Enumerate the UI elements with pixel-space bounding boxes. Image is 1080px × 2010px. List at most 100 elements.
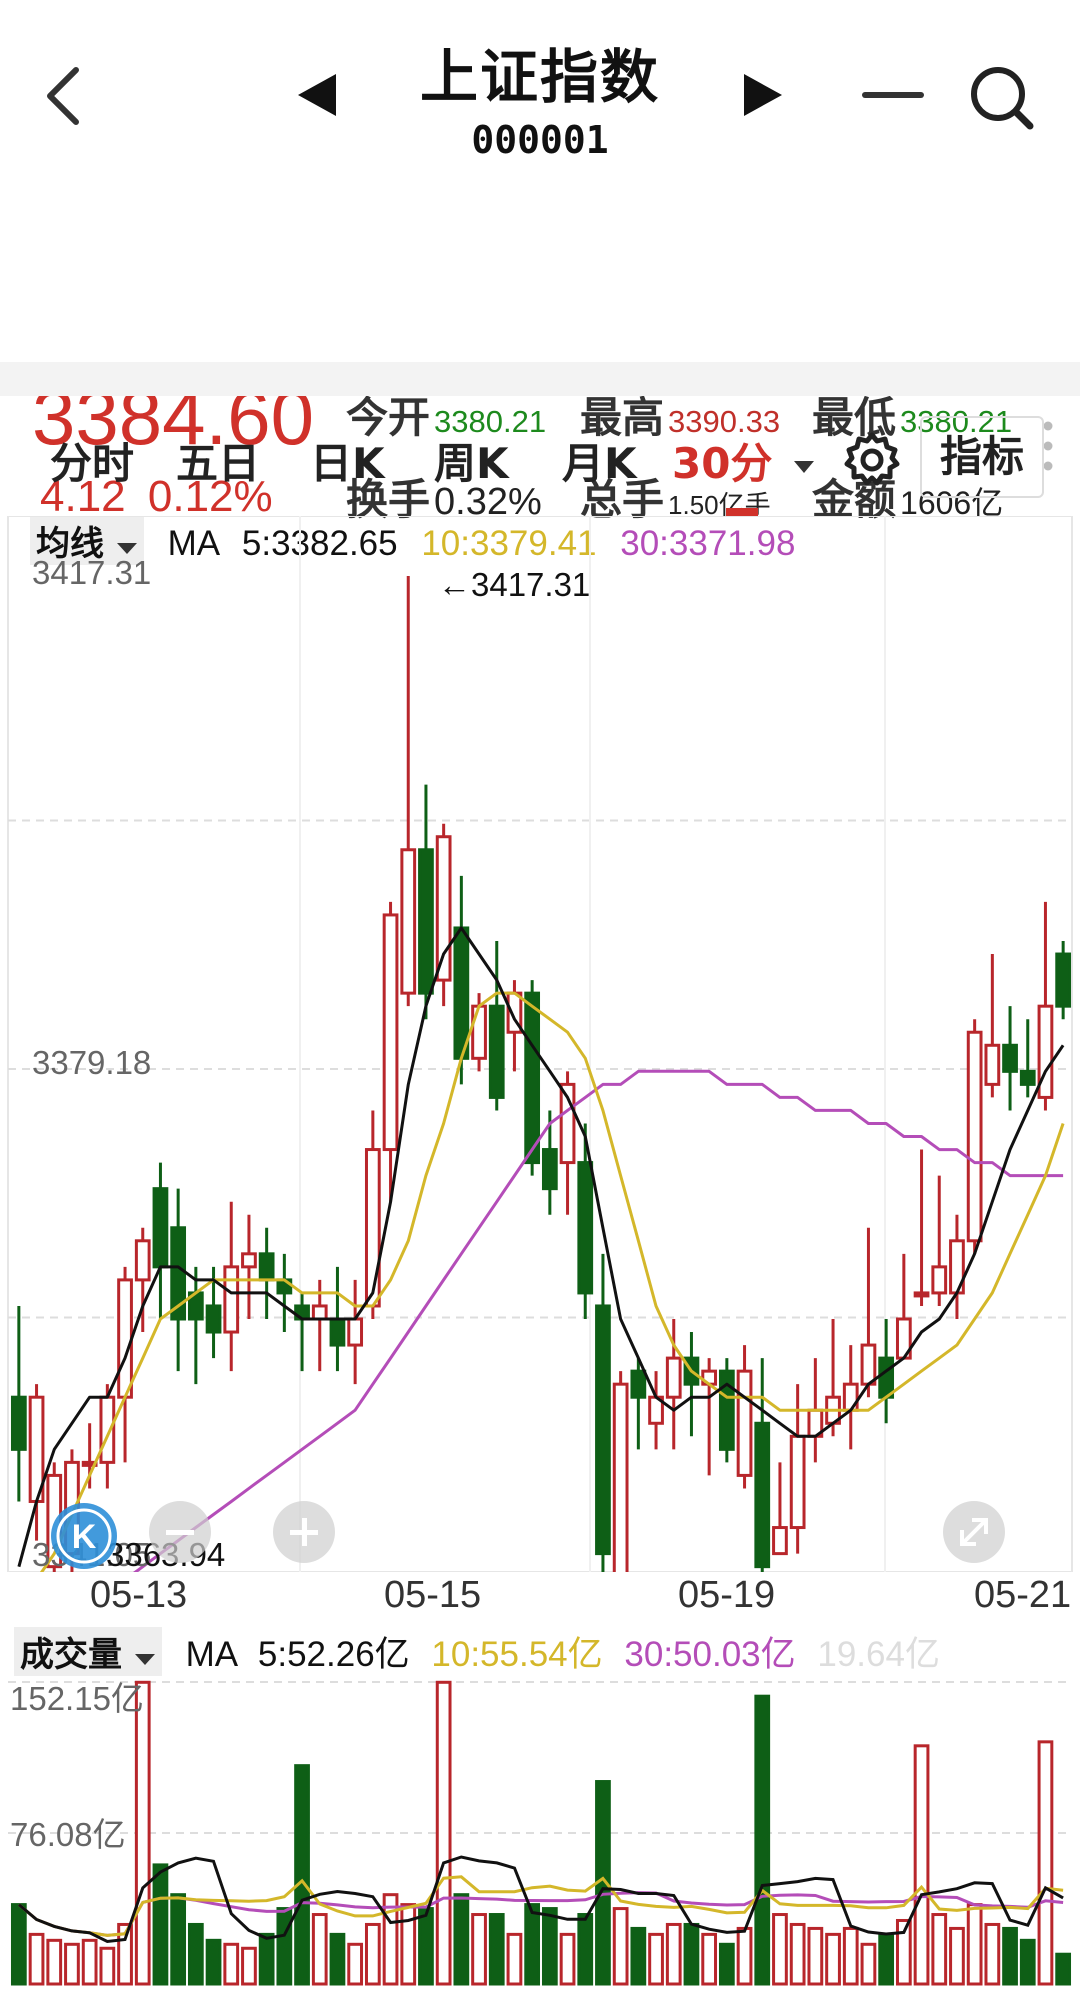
candle-body-up (311, 1304, 328, 1321)
tab-five-day[interactable]: 五日 (176, 430, 260, 491)
volume-bar-up (984, 1922, 1001, 1986)
candle-body-up (984, 1043, 1001, 1086)
indicator-button[interactable]: 指标 (920, 416, 1044, 498)
candle (648, 1371, 664, 1450)
candle-body-down (541, 1148, 558, 1191)
volume-bar-down (754, 1694, 771, 1986)
candle (276, 1253, 293, 1333)
volume-bar-down (187, 1922, 204, 1986)
candle (860, 1227, 877, 1398)
volume-bar-down (1019, 1938, 1036, 1986)
candle (984, 954, 1001, 1098)
tab-30min[interactable]: 30分 (672, 430, 815, 491)
volume-bar-down (418, 1907, 434, 1986)
candle (1002, 1006, 1018, 1111)
candle (931, 1175, 948, 1306)
volume-bar-down (577, 1913, 594, 1986)
volume-bar-down (276, 1907, 293, 1986)
volume-bar-down (453, 1893, 470, 1986)
volume-chart[interactable] (0, 1668, 1080, 1988)
next-stock-icon[interactable] (742, 72, 784, 118)
volume-bar-up (701, 1932, 718, 1986)
volume-bar-up (471, 1913, 487, 1986)
quote-panel: 3384.60 4.12 0.12% 今开 3380.21 最高 3390.33 最… (0, 180, 1080, 524)
candle (400, 576, 417, 1007)
volume-bar-down (205, 1938, 222, 1986)
tab-monthly-k[interactable]: 月K (562, 430, 637, 491)
candle-body-up (471, 1004, 487, 1060)
active-tab-indicator (726, 508, 758, 516)
candle-body-up (364, 1148, 381, 1308)
volume-bar-up (789, 1922, 806, 1986)
back-arrow-icon[interactable] (40, 64, 84, 128)
volume-bar-up (46, 1938, 63, 1986)
volume-bar-down (258, 1932, 275, 1986)
section-divider (0, 362, 1080, 396)
candle-body-down (258, 1252, 275, 1282)
volume-bar-down (878, 1932, 895, 1986)
candle (223, 1201, 240, 1372)
svg-text:K: K (72, 1518, 97, 1556)
candle (258, 1227, 275, 1319)
candle-body-up (789, 1434, 806, 1530)
candle (736, 1345, 753, 1489)
k-logo-icon[interactable]: K (48, 1500, 120, 1572)
candle (1055, 941, 1072, 1020)
volume-bar-down (294, 1764, 310, 1986)
volume-bar-up (311, 1913, 328, 1986)
candle (772, 1462, 788, 1556)
candle-body-down (1019, 1069, 1036, 1086)
date-label-1: 05-13 (90, 1574, 188, 1616)
minus-icon[interactable] (862, 90, 924, 100)
zoom-out-icon[interactable] (148, 1500, 212, 1564)
volume-bar-up (842, 1926, 859, 1986)
candle-body-up (400, 848, 417, 995)
zoom-in-icon[interactable] (272, 1500, 336, 1564)
candle-body-down (577, 1161, 594, 1295)
volume-dropdown-caret-icon (134, 1654, 155, 1665)
volume-bar-up (134, 1680, 151, 1986)
fullscreen-icon[interactable] (942, 1500, 1006, 1564)
candle-body-down (152, 1187, 169, 1269)
volume-bar-up (860, 1942, 877, 1986)
volume-bar-down (718, 1942, 735, 1986)
volume-bar-down (488, 1913, 505, 1986)
candle (347, 1279, 364, 1385)
prev-stock-icon[interactable] (296, 72, 338, 118)
tab-timeshare[interactable]: 分时 (50, 430, 134, 491)
candle (152, 1162, 169, 1319)
candle (913, 1149, 930, 1306)
stock-code: 000001 (471, 118, 609, 162)
candle-body-down (754, 1421, 771, 1569)
header: 上证指数 000001 (0, 0, 1080, 180)
search-icon[interactable] (968, 64, 1034, 132)
candle-body-up (223, 1265, 240, 1334)
candle-body-up (665, 1356, 682, 1399)
high-marker: ←3417.31 (438, 566, 590, 604)
volume-bar-up (364, 1922, 381, 1986)
volume-bar-up (1037, 1740, 1054, 1986)
tab-daily-k[interactable]: 日K (310, 430, 385, 491)
volume-bar-up (772, 1913, 788, 1986)
candle-body-up (241, 1252, 257, 1269)
settings-gear-icon[interactable] (842, 430, 902, 490)
volume-axis-mid: 76.08亿 (10, 1816, 126, 1853)
volume-bar-up (612, 1907, 629, 1986)
candle-body-up (347, 1317, 364, 1347)
volume-bar-down (1002, 1926, 1018, 1986)
volume-bar-down (170, 1893, 187, 1986)
candle (718, 1358, 735, 1463)
tab-30min-label: 30分 (672, 439, 773, 488)
volume-axis-max: 152.15亿 (10, 1680, 144, 1717)
volume-bar-down (630, 1926, 647, 1986)
candle-body-down (524, 991, 541, 1165)
volume-bar-up (81, 1938, 98, 1986)
tab-weekly-k[interactable]: 周K (434, 430, 509, 491)
volume-bar-up (559, 1932, 576, 1986)
candle-body-down (205, 1304, 222, 1334)
volume-bar-down (329, 1932, 346, 1986)
date-label-2: 05-15 (384, 1574, 482, 1616)
candlestick-chart[interactable] (0, 516, 1080, 1572)
candle-body-up (913, 1291, 930, 1298)
candle-body-down (1055, 952, 1072, 1008)
